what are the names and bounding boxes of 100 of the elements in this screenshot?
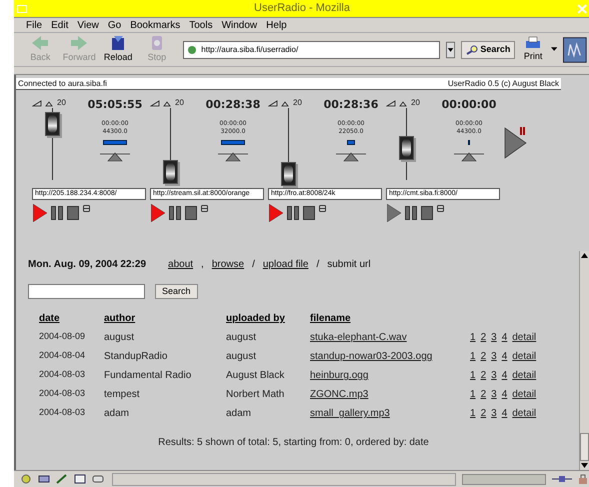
filename-link[interactable]: heinburg.ogg	[310, 368, 470, 383]
volume-slider-thumb[interactable]	[281, 162, 296, 186]
pause-icon[interactable]	[169, 206, 181, 220]
menu-item[interactable]: Go	[108, 18, 122, 32]
track-link[interactable]: detail	[512, 387, 536, 402]
nav-text: /	[252, 258, 255, 272]
date-cell-text: 2004-08-09	[39, 330, 86, 343]
address-book-icon[interactable]	[74, 474, 86, 484]
page-icon	[187, 44, 198, 54]
play-icon[interactable]	[269, 204, 283, 222]
volume-icon	[32, 100, 54, 106]
master-play-icon[interactable]	[504, 126, 528, 160]
track-link[interactable]: 1	[470, 368, 476, 383]
nav-link[interactable]: upload file	[262, 257, 308, 272]
credit-text: UserRadio 0.5 (c) August Black	[448, 78, 559, 90]
track-link[interactable]: 3	[491, 349, 497, 364]
track-link[interactable]: 3	[491, 406, 497, 421]
elapsed-time: 00:00:00	[442, 99, 496, 110]
elapsed-time: 05:05:55	[88, 99, 142, 110]
pause-icon[interactable]	[51, 206, 63, 220]
track-link[interactable]: 2	[480, 349, 486, 364]
filename-link[interactable]: ZGONC.mp3	[310, 387, 470, 402]
track-link[interactable]: 2	[480, 387, 486, 402]
search-button[interactable]: Search	[461, 40, 516, 58]
search-icon	[466, 44, 478, 54]
menu-item[interactable]: Window	[222, 18, 258, 32]
elapsed-time: 00:28:38	[206, 99, 260, 110]
search-field[interactable]	[28, 284, 145, 299]
volume-slider-thumb[interactable]	[163, 160, 178, 184]
filename-link[interactable]: standup-nowar03-2003.ogg	[310, 349, 470, 364]
print-button[interactable]: Print	[521, 36, 545, 64]
connection-status: Connected to aura.siba.fi	[18, 78, 107, 90]
balance-slider-icon[interactable]	[100, 151, 130, 162]
track-link[interactable]: 3	[491, 387, 497, 402]
caret-icon[interactable]	[551, 47, 558, 52]
date-cell-text: 2004-08-04	[39, 349, 86, 362]
author-cell-text: StandupRadio	[104, 350, 168, 364]
date-cell-text: 2004-08-03	[39, 406, 86, 419]
column-header[interactable]: author	[104, 311, 226, 326]
balance-slider-icon[interactable]	[336, 151, 366, 162]
track-link[interactable]: 4	[502, 387, 508, 402]
track-link[interactable]: detail	[512, 406, 536, 421]
column-header[interactable]: date	[39, 311, 104, 326]
search-submit-button[interactable]: Search	[155, 284, 198, 299]
track-link[interactable]: 3	[491, 330, 497, 345]
track-link[interactable]: 2	[480, 368, 486, 383]
balance-slider-icon[interactable]	[218, 151, 248, 162]
pen-icon[interactable]	[56, 474, 68, 484]
menu-item[interactable]: Tools	[189, 18, 213, 32]
play-icon[interactable]	[387, 204, 401, 222]
menu-item[interactable]: Help	[266, 18, 287, 32]
column-header[interactable]: filename	[310, 311, 470, 326]
author-cell-text: adam	[104, 407, 130, 421]
track-link[interactable]: detail	[512, 349, 536, 364]
track-link[interactable]: 4	[502, 368, 508, 383]
track-link[interactable]: 2	[480, 330, 486, 345]
dropdown-icon[interactable]	[446, 40, 456, 58]
menu-item[interactable]: File	[26, 18, 42, 32]
menu-item[interactable]: View	[77, 18, 99, 32]
play-icon[interactable]	[33, 204, 47, 222]
track-link[interactable]: 1	[470, 387, 476, 402]
balance-slider-icon[interactable]	[454, 151, 484, 162]
scrollbar[interactable]	[579, 251, 589, 470]
track-link[interactable]: 3	[491, 368, 497, 383]
track-link[interactable]: 2	[480, 406, 486, 421]
track-link[interactable]: 4	[502, 349, 508, 364]
toolbar-button[interactable]: Reload	[102, 34, 135, 64]
navigator-icon[interactable]	[20, 474, 32, 484]
mail-icon[interactable]	[38, 474, 50, 484]
chat-icon[interactable]	[92, 474, 104, 484]
nav-link[interactable]: about	[168, 257, 194, 272]
track-link[interactable]: 4	[502, 406, 508, 421]
volume-value: 20	[293, 99, 302, 107]
results-summary: Results: 5 shown of total: 5, starting from: 0, ordered by: date	[158, 436, 430, 450]
track-link[interactable]: detail	[512, 330, 536, 345]
pause-icon[interactable]	[287, 206, 299, 220]
buffer-level-bar	[221, 140, 245, 145]
scrollbar-thumb[interactable]	[580, 433, 589, 461]
pause-icon[interactable]	[405, 206, 417, 220]
track-link[interactable]: detail	[512, 368, 536, 383]
menu-item[interactable]: Bookmarks	[130, 18, 180, 32]
column-header[interactable]: uploaded by	[226, 311, 310, 326]
filename-link[interactable]: stuka-elephant-C.wav	[310, 330, 470, 345]
volume-slider-thumb[interactable]	[45, 112, 60, 136]
author-cell-text: august	[104, 331, 136, 345]
volume-slider-thumb[interactable]	[399, 136, 414, 160]
track-link[interactable]: 4	[502, 330, 508, 345]
menu-item[interactable]: Edit	[51, 18, 68, 32]
track-link[interactable]: 1	[470, 349, 476, 364]
scroll-up-icon[interactable]	[580, 251, 589, 260]
track-link[interactable]: 1	[470, 330, 476, 345]
play-icon[interactable]	[151, 204, 165, 222]
filename-link[interactable]: small_gallery.mp3	[310, 406, 470, 421]
address-field[interactable]: http://aura.siba.fi/userradio/	[183, 40, 440, 58]
printer-icon	[525, 36, 542, 50]
connection-plug-icon	[552, 474, 572, 484]
volume-icon	[386, 100, 408, 106]
nav-link[interactable]: browse	[212, 257, 244, 272]
nav-text: ,	[201, 258, 204, 272]
track-link[interactable]: 1	[470, 406, 476, 421]
